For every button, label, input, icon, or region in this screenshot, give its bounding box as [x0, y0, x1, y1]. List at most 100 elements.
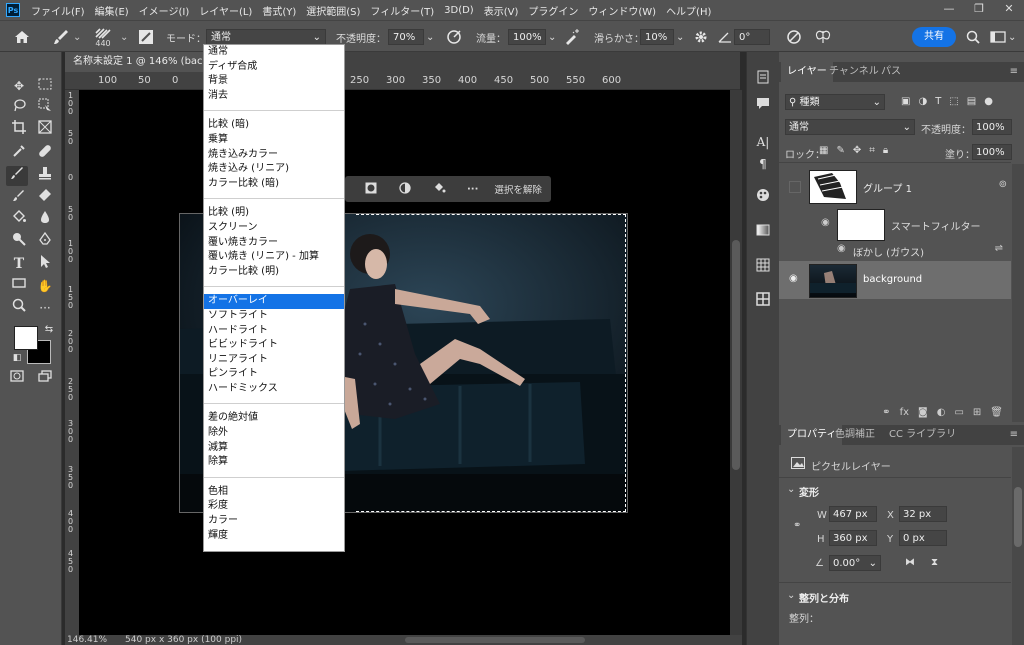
- blend-option[interactable]: ハードミックス: [204, 382, 344, 397]
- clone-stamp-tool-icon[interactable]: [34, 166, 56, 186]
- trash-icon[interactable]: 🗑︎: [990, 407, 1003, 418]
- chevron-down-icon[interactable]: ⌄: [676, 32, 684, 43]
- type-filter-icon[interactable]: T: [935, 96, 941, 107]
- brush-tool-icon[interactable]: [6, 166, 28, 186]
- scroll-thumb[interactable]: [732, 240, 740, 470]
- filter-toggle-icon[interactable]: ●: [984, 96, 993, 107]
- properties-scrollbar[interactable]: [1012, 447, 1024, 645]
- marquee-tool-icon[interactable]: [34, 76, 56, 96]
- menu-type[interactable]: 書式(Y): [257, 3, 301, 18]
- character-icon[interactable]: A|: [752, 132, 774, 152]
- blend-option[interactable]: カラー比較 (暗): [204, 177, 344, 192]
- angle-input[interactable]: 0°: [734, 29, 770, 45]
- layer-row-background[interactable]: ◉ background: [779, 261, 1011, 299]
- blend-option[interactable]: スクリーン: [204, 221, 344, 236]
- menu-filter[interactable]: フィルター(T): [365, 3, 439, 18]
- y-input[interactable]: 0 px: [899, 530, 947, 546]
- link-icon[interactable]: ⚭: [793, 520, 801, 531]
- layer-fill-input[interactable]: 100%: [972, 144, 1012, 160]
- swatches-icon[interactable]: [752, 188, 774, 208]
- eye-icon[interactable]: ◉: [837, 243, 846, 254]
- vertical-scrollbar[interactable]: [730, 90, 742, 635]
- more-options-icon[interactable]: ···: [467, 184, 478, 195]
- lock-transparent-icon[interactable]: ▦: [819, 145, 828, 156]
- more-tools-icon[interactable]: ···: [34, 298, 56, 318]
- frame-tool-icon[interactable]: [34, 120, 56, 140]
- comments-icon[interactable]: [752, 96, 774, 116]
- blend-option[interactable]: 除外: [204, 426, 344, 441]
- flip-horizontal-icon[interactable]: ⧓: [905, 557, 915, 568]
- transform-section-title[interactable]: 変形: [799, 484, 819, 499]
- hand-tool-icon[interactable]: ✋: [34, 276, 56, 296]
- blend-option[interactable]: 覆い焼き (リニア) - 加算: [204, 250, 344, 265]
- layer-blend-mode-select[interactable]: 通常 ⌄: [785, 119, 915, 135]
- horizontal-scroll-thumb[interactable]: [405, 637, 585, 643]
- crop-tool-icon[interactable]: [8, 120, 30, 140]
- deselect-button[interactable]: 選択を解除: [494, 182, 542, 196]
- eyedropper-tool-icon[interactable]: [8, 144, 30, 164]
- lock-artboard-icon[interactable]: ⌗: [869, 145, 875, 156]
- height-input[interactable]: 360 px: [829, 530, 877, 546]
- panel-menu-icon[interactable]: ≡: [1010, 66, 1018, 77]
- link-layers-icon[interactable]: ⚭: [882, 407, 890, 418]
- paint-bucket-tool-icon[interactable]: [8, 210, 30, 230]
- eye-icon[interactable]: ◉: [821, 217, 830, 228]
- blend-option[interactable]: ソフトライト: [204, 309, 344, 324]
- zoom-tool-icon[interactable]: [8, 298, 30, 318]
- lock-position-icon[interactable]: ✥: [853, 145, 861, 156]
- opacity-input[interactable]: 70%: [388, 29, 424, 45]
- foreground-color-swatch-front[interactable]: [14, 326, 38, 350]
- new-layer-icon[interactable]: ⊞: [973, 407, 981, 418]
- smart-object-filter-icon[interactable]: ▤: [967, 96, 976, 107]
- layer-opacity-input[interactable]: 100%: [972, 119, 1012, 135]
- blend-option[interactable]: 乗算: [204, 133, 344, 148]
- restore-button[interactable]: ❐: [964, 0, 994, 20]
- eraser-tool-icon[interactable]: [34, 188, 56, 208]
- panel-menu-icon[interactable]: ≡: [1010, 429, 1018, 440]
- home-icon[interactable]: [14, 21, 30, 53]
- blend-option[interactable]: 覆い焼きカラー: [204, 236, 344, 251]
- airbrush-icon[interactable]: [564, 21, 580, 53]
- blend-option[interactable]: 除算: [204, 455, 344, 470]
- menu-window[interactable]: ウィンドウ(W): [583, 3, 661, 18]
- blend-option[interactable]: ピンライト: [204, 367, 344, 382]
- share-button[interactable]: 共有: [912, 27, 956, 47]
- smoothing-input[interactable]: 10%: [640, 29, 674, 45]
- brush-settings-icon[interactable]: [138, 21, 154, 53]
- tab-adjustments[interactable]: 色調補正: [829, 425, 881, 445]
- quick-mask-icon[interactable]: [6, 368, 28, 388]
- x-input[interactable]: 32 px: [899, 506, 947, 522]
- menu-image[interactable]: イメージ(I): [134, 3, 195, 18]
- chevron-down-icon[interactable]: ⌄: [426, 32, 434, 43]
- history-brush-tool-icon[interactable]: [8, 188, 30, 208]
- shape-filter-icon[interactable]: ⬚: [949, 96, 958, 107]
- flip-vertical-icon[interactable]: ⧗: [931, 557, 938, 568]
- menu-edit[interactable]: 編集(E): [90, 3, 134, 18]
- pressure-opacity-icon[interactable]: [446, 21, 462, 53]
- align-section-title[interactable]: 整列と分布: [799, 590, 849, 605]
- blend-option[interactable]: 差の絶対値: [204, 411, 344, 426]
- scroll-thumb[interactable]: [1014, 487, 1022, 547]
- chevron-down-icon[interactable]: ⌄: [548, 32, 556, 43]
- tab-paths[interactable]: パス: [875, 62, 907, 82]
- fx-icon[interactable]: fx: [900, 407, 909, 418]
- blend-option[interactable]: ディザ合成: [204, 60, 344, 75]
- pressure-size-icon[interactable]: [786, 21, 802, 53]
- swap-colors-icon[interactable]: ⇆: [38, 320, 60, 340]
- layer-row-group[interactable]: グループ 1 ⊚: [779, 167, 1011, 205]
- healing-brush-tool-icon[interactable]: [34, 144, 56, 164]
- chevron-down-icon[interactable]: ⌄: [787, 484, 795, 495]
- blend-option[interactable]: 比較 (暗): [204, 118, 344, 133]
- menu-3d[interactable]: 3D(D): [439, 5, 479, 16]
- screen-mode-icon[interactable]: [34, 368, 56, 388]
- grid-icon[interactable]: [752, 292, 774, 312]
- type-tool-icon[interactable]: T: [8, 254, 30, 274]
- document-tab[interactable]: 名称未設定 1 @ 146% (backgr: [65, 52, 221, 72]
- blend-option[interactable]: リニアライト: [204, 353, 344, 368]
- zoom-level[interactable]: 146.41%: [67, 635, 107, 645]
- history-icon[interactable]: [752, 70, 774, 90]
- chevron-down-icon[interactable]: ⌄: [120, 21, 128, 53]
- blend-option[interactable]: ハードライト: [204, 324, 344, 339]
- path-selection-tool-icon[interactable]: [34, 254, 56, 274]
- blend-option[interactable]: 背景: [204, 74, 344, 89]
